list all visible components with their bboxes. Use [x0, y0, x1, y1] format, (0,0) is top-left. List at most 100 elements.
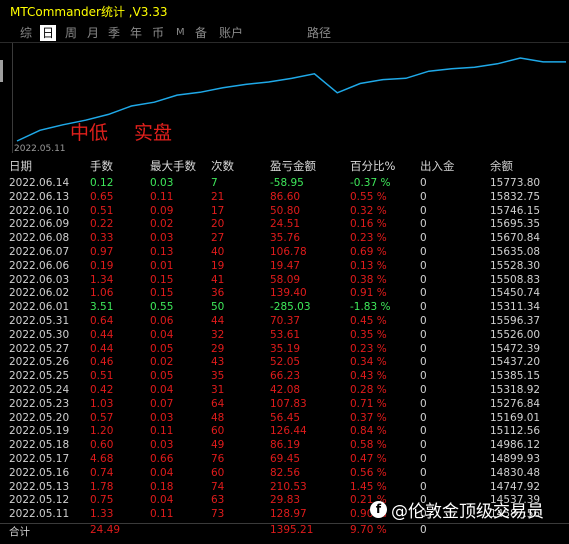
table-row[interactable]: 2022.06.02 1.06 0.15 36 139.40 0.91 % 0 15450.7…: [0, 287, 569, 300]
cell-date: 2022.05.19: [9, 425, 70, 438]
cell-lots: 0.51: [90, 204, 114, 217]
table-row[interactable]: 2022.06.01 3.51 0.55 50 -285.03 -1.83 % 0 15311…: [0, 301, 569, 314]
table-row[interactable]: 2022.05.19 1.20 0.11 60 126.44 0.84 % 0 15112.5…: [0, 425, 569, 438]
table-row[interactable]: 2022.06.09 0.22 0.02 20 24.51 0.16 % 0 15695.35: [0, 218, 569, 231]
cell-date: 2022.05.24: [9, 384, 70, 396]
facebook-icon: f: [370, 500, 387, 518]
annotation-low: 中低: [70, 122, 109, 144]
cell-balance: 15746.15: [490, 204, 541, 217]
cell-count: 43: [211, 356, 225, 369]
header-lots[interactable]: 手数: [90, 158, 113, 174]
cell-max-lots: 0.02: [150, 356, 174, 369]
table-row[interactable]: 2022.05.26 0.46 0.02 43 52.05 0.34 % 0 15437.20: [0, 356, 569, 369]
cell-percent: 0.43 %: [350, 370, 387, 383]
cell-max-lots: 0.04: [150, 384, 174, 396]
cell-date: 2022.06.02: [9, 287, 70, 300]
table-row[interactable]: 2022.05.13 1.78 0.18 74 210.53 1.45 % 0 14747.9…: [0, 481, 569, 494]
cell-deposit: 0: [420, 411, 427, 424]
table-row[interactable]: 2022.06.03 1.34 0.15 41 58.09 0.38 % 0 15508.83: [0, 274, 569, 287]
cell-max-lots: 0.03: [150, 411, 174, 424]
tab-account[interactable]: 账户: [219, 25, 243, 41]
cell-percent: 0.35 %: [350, 328, 387, 341]
cell-max-lots: 0.11: [150, 425, 174, 438]
cell-max-lots: 0.09: [150, 204, 174, 217]
cell-deposit: 0: [420, 246, 427, 258]
cell-date: 2022.06.01: [9, 301, 70, 314]
header-profit[interactable]: 盈亏金额: [270, 158, 316, 174]
cell-balance: 15528.30: [490, 259, 541, 272]
table-row[interactable]: 2022.06.10 0.51 0.09 17 50.80 0.32 % 0 15746.15: [0, 205, 569, 218]
table-row[interactable]: 2022.05.31 0.64 0.06 44 70.37 0.45 % 0 15596.37: [0, 315, 569, 328]
cell-date: 2022.05.11: [9, 508, 70, 521]
cell-deposit: 0: [420, 480, 427, 493]
table-row[interactable]: 2022.05.16 0.74 0.04 60 82.56 0.56 % 0 14830.48: [0, 467, 569, 480]
cell-percent: 0.71 %: [350, 397, 387, 410]
cell-max-lots: 0.01: [150, 259, 174, 272]
header-percent[interactable]: 百分比%: [350, 158, 395, 174]
tab-currency[interactable]: 币: [152, 25, 164, 41]
cell-profit: 139.40: [270, 287, 307, 300]
table-row[interactable]: 2022.05.25 0.51 0.05 35 66.23 0.43 % 0 15385.15: [0, 370, 569, 383]
table-row[interactable]: 2022.05.23 1.03 0.07 64 107.83 0.71 % 0 15276.8…: [0, 398, 569, 411]
table-row[interactable]: 2022.05.30 0.44 0.04 32 53.61 0.35 % 0 15526.00: [0, 329, 569, 342]
header-balance[interactable]: 余额: [490, 158, 513, 174]
header-deposit[interactable]: 出入金: [420, 158, 455, 174]
tab-weekly[interactable]: 周: [65, 25, 77, 41]
table-row[interactable]: 2022.05.24 0.42 0.04 31 42.08 0.28 % 0 15318.92: [0, 384, 569, 397]
cell-balance: 15635.08: [490, 246, 541, 258]
cell-count: 74: [211, 480, 225, 493]
cell-count: 36: [211, 287, 225, 300]
tab-path[interactable]: 路径: [307, 25, 331, 41]
cell-date: 2022.05.12: [9, 494, 70, 507]
table-row[interactable]: 2022.06.14 0.12 0.03 7 -58.95 -0.37 % 0 15773.8…: [0, 177, 569, 190]
table-row[interactable]: 2022.05.20 0.57 0.03 48 56.45 0.37 % 0 15169.01: [0, 412, 569, 425]
cell-max-lots: 0.55: [150, 301, 174, 314]
watermark: f @伦敦金顶级交易员: [370, 496, 544, 522]
table-row[interactable]: 2022.06.06 0.19 0.01 19 19.47 0.13 % 0 15528.30: [0, 260, 569, 273]
title-bar: MTCommander统计 ,V3.33: [0, 0, 569, 24]
header-max-lots[interactable]: 最大手数: [150, 158, 196, 174]
cell-count: 64: [211, 397, 225, 410]
header-date[interactable]: 日期: [9, 158, 32, 174]
cell-max-lots: 0.11: [150, 508, 174, 521]
tab-daily[interactable]: 日: [40, 25, 57, 41]
cell-max-lots: 0.66: [150, 453, 174, 465]
cell-percent: 0.28 %: [350, 384, 387, 396]
daily-stats-table: 日期 手数 最大手数 次数 盈亏金额 百分比% 出入金 余额 2022.06.1…: [0, 157, 569, 544]
tab-quarterly[interactable]: 季: [108, 25, 120, 41]
cell-max-lots: 0.05: [150, 370, 174, 383]
tab-m[interactable]: M: [176, 25, 185, 41]
cell-date: 2022.06.03: [9, 273, 70, 286]
cell-lots: 0.22: [90, 218, 114, 231]
cell-date: 2022.05.18: [9, 439, 70, 452]
cell-profit: 82.56: [270, 466, 301, 479]
tab-monthly[interactable]: 月: [87, 25, 99, 41]
cell-deposit: 0: [420, 328, 427, 341]
cell-balance: 15695.35: [490, 218, 541, 231]
cell-deposit: 0: [420, 259, 427, 272]
tab-notes[interactable]: 备: [195, 25, 207, 41]
header-count[interactable]: 次数: [211, 158, 234, 174]
cell-lots: 1.03: [90, 397, 114, 410]
cell-percent: 0.55 %: [350, 190, 387, 203]
cell-count: 60: [211, 466, 225, 479]
cell-deposit: 0: [420, 384, 427, 396]
table-row[interactable]: 2022.05.27 0.44 0.05 29 35.19 0.23 % 0 15472.39: [0, 343, 569, 356]
cell-lots: 0.65: [90, 190, 114, 203]
table-row[interactable]: 2022.05.17 4.68 0.66 76 69.45 0.47 % 0 14899.93: [0, 453, 569, 466]
table-header: 日期 手数 最大手数 次数 盈亏金额 百分比% 出入金 余额: [0, 158, 569, 176]
cell-profit: 210.53: [270, 480, 307, 493]
cell-max-lots: 0.04: [150, 494, 174, 507]
cell-max-lots: 0.06: [150, 315, 174, 327]
tab-yearly[interactable]: 年: [130, 25, 142, 41]
tab-summary[interactable]: 综: [20, 25, 32, 41]
cell-count: 44: [211, 315, 225, 327]
table-row[interactable]: 2022.06.13 0.65 0.11 21 86.60 0.55 % 0 15832.75: [0, 191, 569, 204]
table-row[interactable]: 2022.06.07 0.97 0.13 40 106.78 0.69 % 0 15635.0…: [0, 246, 569, 259]
table-row[interactable]: 2022.05.18 0.60 0.03 49 86.19 0.58 % 0 14986.12: [0, 439, 569, 452]
cell-count: 21: [211, 190, 225, 203]
cell-max-lots: 0.11: [150, 190, 174, 203]
cell-lots: 1.78: [90, 480, 114, 493]
cell-lots: 0.75: [90, 494, 114, 507]
table-row[interactable]: 2022.06.08 0.33 0.03 27 35.76 0.23 % 0 15670.84: [0, 232, 569, 245]
